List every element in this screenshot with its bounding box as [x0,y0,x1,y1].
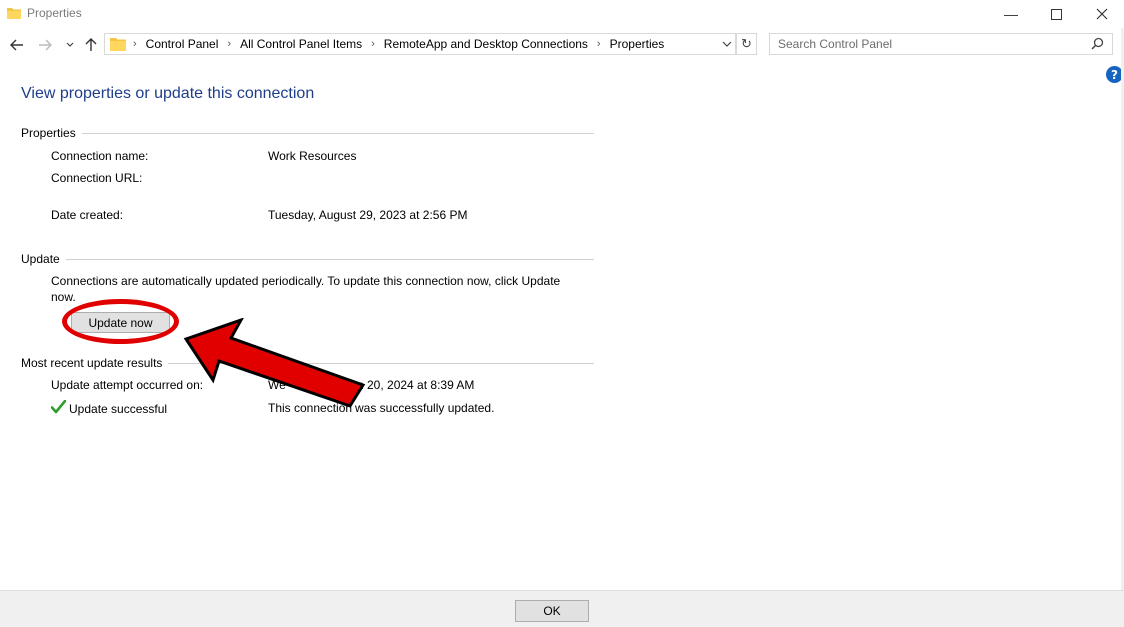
chevron-right-icon[interactable]: › [371,38,375,50]
breadcrumb-properties[interactable]: Properties [610,37,665,51]
section-divider [66,259,594,260]
breadcrumb-all-items[interactable]: All Control Panel Items [240,37,362,51]
search-icon[interactable] [1091,37,1104,53]
section-divider [80,133,594,134]
folder-icon [110,37,126,54]
maximize-icon[interactable] [1033,0,1079,28]
page-title: View properties or update this connectio… [21,85,315,102]
breadcrumb: › Control Panel › All Control Panel Item… [133,34,664,54]
chevron-right-icon[interactable]: › [133,38,137,50]
update-description-line1: Connections are automatically updated pe… [51,274,561,288]
date-created-value: Tuesday, August 29, 2023 at 2:56 PM [268,208,468,222]
connection-name-value: Work Resources [268,149,357,163]
update-status-value-end: was successfully updated. [355,401,495,415]
search-box[interactable] [769,33,1113,55]
update-attempt-value-end: n 20, 2024 at 8:39 AM [357,378,475,392]
minimize-icon[interactable]: — [988,0,1034,28]
update-status-label: Update successful [69,402,168,416]
address-bar[interactable]: › Control Panel › All Control Panel Item… [104,33,736,55]
folder-icon [7,6,21,23]
breadcrumb-control-panel[interactable]: Control Panel [146,37,219,51]
recent-locations-chevron-icon[interactable] [63,35,77,55]
up-arrow-icon[interactable] [82,35,100,55]
connection-url-label: Connection URL: [51,171,143,185]
refresh-icon[interactable]: ↻ [736,33,757,55]
chevron-right-icon[interactable]: › [597,38,601,50]
chevron-right-icon[interactable]: › [227,38,231,50]
ok-button[interactable]: OK [515,600,589,622]
search-input[interactable] [770,34,1088,54]
address-dropdown-chevron-icon[interactable] [719,36,735,52]
annotation-circle [62,299,179,344]
navigation-row: › Control Panel › All Control Panel Item… [0,31,1124,61]
annotation-arrow-icon [180,317,370,421]
close-icon[interactable] [1079,0,1124,28]
footer-bar: OK [0,590,1124,627]
breadcrumb-remoteapp[interactable]: RemoteApp and Desktop Connections [384,37,588,51]
date-created-label: Date created: [51,208,124,222]
forward-arrow-icon[interactable] [36,35,54,55]
checkmark-icon [50,399,67,417]
title-bar: Properties — [0,0,1124,28]
section-header-properties: Properties [21,126,82,140]
section-header-update: Update [21,252,66,266]
window-title: Properties [27,6,82,20]
update-description-line2: now. [51,290,76,304]
connection-name-label: Connection name: [51,149,149,163]
section-header-results: Most recent update results [21,356,169,370]
back-arrow-icon[interactable] [8,35,26,55]
